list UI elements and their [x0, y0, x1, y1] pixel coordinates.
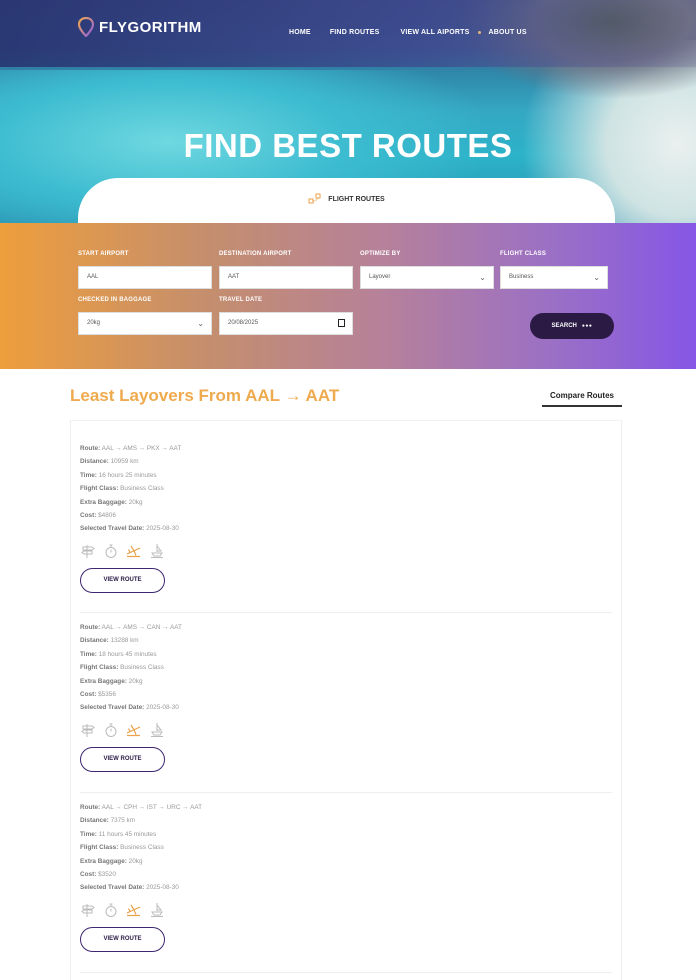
- signpost-icon: [81, 903, 95, 917]
- plane-icon: [126, 724, 141, 736]
- route-time: 11 hours 45 minutes: [98, 830, 157, 838]
- stopwatch-icon: [105, 723, 117, 737]
- route-flight-class: Business Class: [120, 844, 164, 852]
- nav-active-dot: [477, 31, 481, 34]
- hero-banner: FLYGORITHM HOME FIND ROUTES VIEW ALL AIP…: [0, 0, 696, 223]
- route-icons: [80, 722, 612, 738]
- search-button[interactable]: SEARCH ●●●: [530, 313, 614, 339]
- tab-flight-routes[interactable]: FLIGHT ROUTES: [78, 193, 615, 205]
- hero-title: FIND BEST ROUTES: [183, 127, 513, 164]
- nav-find-routes[interactable]: FIND ROUTES: [330, 29, 380, 36]
- route-time: 16 hours 25 minutes: [98, 471, 157, 479]
- chevron-down-icon: ⌄: [479, 273, 486, 282]
- route-flight-class: Business Class: [120, 664, 164, 672]
- route-card: Route: AAL → AMS → PKX → AAT Distance: 1…: [80, 442, 612, 593]
- divider: [80, 972, 612, 973]
- ship-icon: [151, 722, 163, 737]
- route-travel-date: 2025-08-30: [146, 884, 179, 892]
- optimize-by-select[interactable]: Layover ⌄: [360, 266, 494, 289]
- main-nav: HOME FIND ROUTES VIEW ALL AIPORTS ABOUT …: [289, 29, 527, 36]
- route-distance: 7375 km: [110, 817, 136, 825]
- stopwatch-icon: [105, 903, 117, 917]
- nav-about-us[interactable]: ABOUT US: [489, 29, 527, 36]
- travel-date-label: TRAVEL DATE: [219, 297, 263, 303]
- destination-airport-label: DESTINATION AIRPORT: [219, 251, 292, 257]
- baggage-label: CHECKED IN BAGGAGE: [78, 297, 152, 303]
- chevron-down-icon: ⌄: [197, 319, 204, 328]
- compare-routes-button[interactable]: Compare Routes: [542, 391, 622, 407]
- route-icons: [80, 543, 612, 559]
- nav-view-all-airports[interactable]: VIEW ALL AIPORTS: [400, 29, 469, 36]
- route-baggage: 20kg: [128, 498, 143, 506]
- divider: [80, 792, 612, 793]
- signpost-icon: [81, 723, 95, 737]
- view-route-button[interactable]: VIEW ROUTE: [80, 926, 165, 952]
- route-baggage: 20kg: [128, 857, 143, 865]
- route-distance: 10959 km: [110, 458, 139, 466]
- route-cost: $5356: [98, 690, 116, 698]
- chevron-down-icon: ⌄: [593, 273, 600, 282]
- plane-icon: [126, 904, 141, 916]
- start-airport-label: START AIRPORT: [78, 251, 129, 257]
- ship-icon: [151, 543, 163, 558]
- route-card: Route: AAL → CPH → IST → URC → AAT Dista…: [80, 801, 612, 952]
- route-path: AAL → CPH → IST → URC → AAT: [101, 804, 203, 811]
- logo-text: FLYGORITHM: [99, 18, 202, 36]
- route-travel-date: 2025-08-30: [146, 704, 179, 712]
- location-pin-icon: [78, 17, 94, 37]
- route-icon: [308, 193, 321, 204]
- signpost-icon: [81, 544, 95, 558]
- flight-class-label: FLIGHT CLASS: [500, 251, 547, 257]
- destination-airport-input[interactable]: AAT: [219, 266, 353, 289]
- dots-icon: ●●●: [581, 323, 593, 329]
- plane-icon: [126, 545, 141, 557]
- logo[interactable]: FLYGORITHM: [78, 17, 202, 37]
- ship-icon: [151, 902, 163, 917]
- route-time: 18 hours 45 minutes: [98, 650, 157, 658]
- search-tab-card: FLIGHT ROUTES: [78, 178, 615, 223]
- route-flight-class: Business Class: [120, 485, 164, 493]
- route-card: Route: AAL → AMS → CAN → AAT Distance: 1…: [80, 621, 612, 772]
- route-path: AAL → AMS → PKX → AAT: [101, 445, 182, 452]
- view-route-button[interactable]: VIEW ROUTE: [80, 567, 165, 593]
- start-airport-input[interactable]: AAL: [78, 266, 212, 289]
- nav-home[interactable]: HOME: [289, 29, 311, 36]
- results-title: Least Layovers From AAL → AAT: [70, 386, 340, 405]
- route-path: AAL → AMS → CAN → AAT: [101, 624, 182, 631]
- baggage-select[interactable]: 20kg ⌄: [78, 312, 212, 335]
- stopwatch-icon: [105, 544, 117, 558]
- optimize-by-label: OPTIMIZE BY: [360, 251, 401, 257]
- route-baggage: 20kg: [128, 677, 143, 685]
- divider: [80, 612, 612, 613]
- flight-class-select[interactable]: Business ⌄: [500, 266, 608, 289]
- search-panel: [0, 223, 696, 369]
- calendar-icon[interactable]: [338, 319, 345, 327]
- route-cost: $3520: [98, 870, 116, 878]
- travel-date-input[interactable]: 20/08/2025: [219, 312, 353, 335]
- route-cost: $4806: [98, 511, 116, 519]
- route-icons: [80, 902, 612, 918]
- route-travel-date: 2025-08-30: [146, 525, 179, 533]
- route-distance: 13288 km: [110, 637, 139, 645]
- view-route-button[interactable]: VIEW ROUTE: [80, 746, 165, 772]
